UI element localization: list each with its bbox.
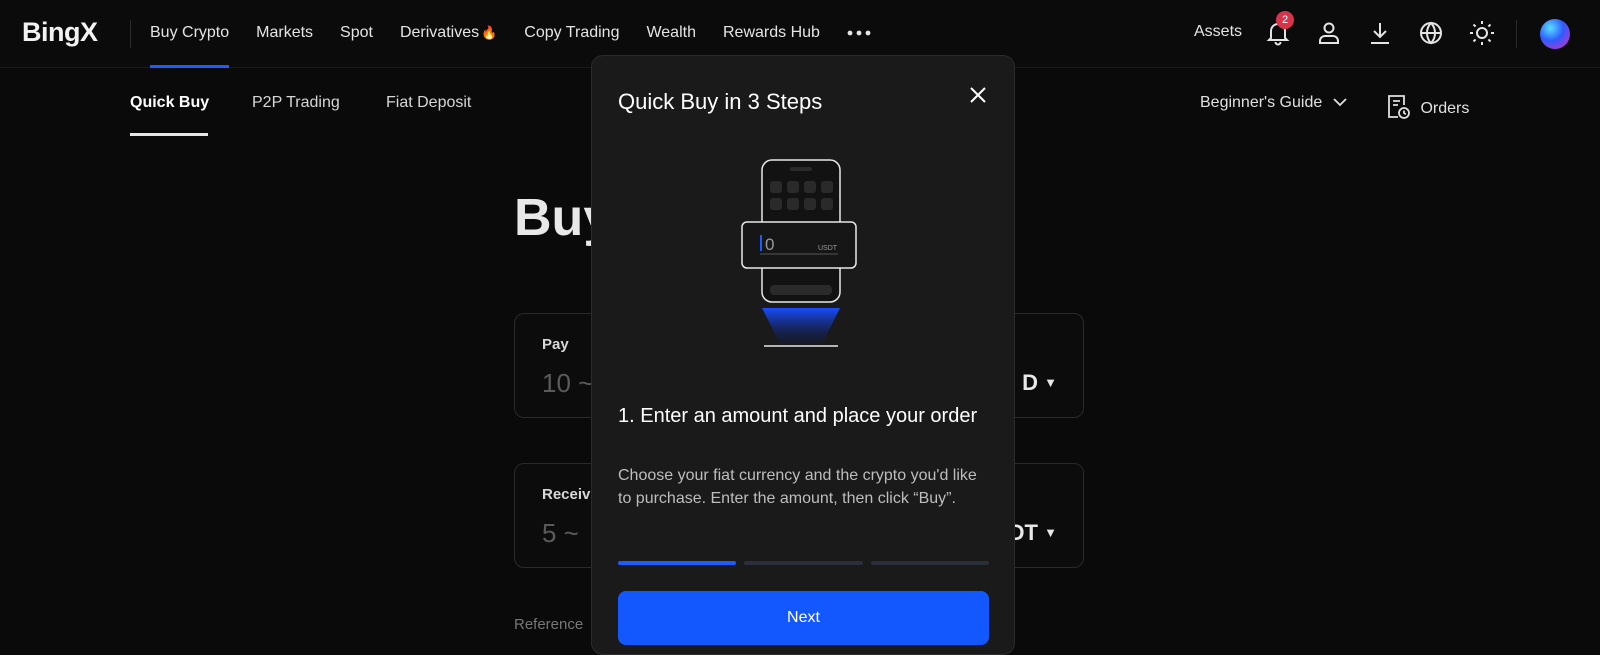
phone-illustration: 0 USDT (741, 159, 857, 347)
download-icon (1371, 23, 1389, 44)
beginners-guide-label: Beginner's Guide (1200, 94, 1323, 111)
tab-fiat-deposit[interactable]: Fiat Deposit (386, 94, 471, 112)
language-button[interactable] (1417, 19, 1445, 47)
download-button[interactable] (1366, 19, 1394, 47)
quick-buy-guide-modal: Quick Buy in 3 Steps 0 USDT 1. Enter an … (591, 55, 1015, 655)
pay-currency-label: D (1022, 370, 1038, 395)
bingx-logo[interactable]: BingX (22, 17, 98, 48)
globe-icon (1420, 21, 1442, 45)
tab-p2p-trading[interactable]: P2P Trading (252, 94, 340, 112)
caret-down-icon: ▼ (1044, 375, 1057, 390)
tab-quick-buy[interactable]: Quick Buy (130, 94, 209, 112)
orders-link[interactable]: Orders (1386, 94, 1469, 120)
nav-label: Derivatives (399, 24, 480, 41)
step-description: Choose your fiat currency and the crypto… (618, 467, 977, 507)
orders-icon (1388, 95, 1410, 119)
pay-amount-placeholder[interactable]: 10 ~ (542, 368, 593, 399)
close-button[interactable] (967, 84, 989, 106)
illustration-currency: USDT (818, 245, 838, 252)
nav-label: Buy Crypto (150, 24, 230, 41)
orders-label: Orders (1420, 100, 1470, 117)
notification-badge: 2 (1276, 11, 1294, 29)
nav-item-spot[interactable]: Spot (340, 0, 373, 68)
fire-icon: 🔥 (481, 25, 498, 40)
nav-label: Spot (340, 24, 373, 41)
modal-title: Quick Buy in 3 Steps (618, 89, 823, 114)
sun-icon (1470, 21, 1494, 45)
nav-label: Rewards Hub (722, 24, 820, 41)
receive-currency-select[interactable]: DT ▼ (1009, 520, 1057, 546)
progress-segment (618, 561, 737, 565)
header-divider (1516, 20, 1517, 48)
nav-label: Copy Trading (524, 24, 620, 41)
chevron-down-icon (1333, 98, 1347, 107)
close-icon (970, 87, 986, 103)
progress-segment (744, 561, 863, 565)
caret-down-icon: ▼ (1044, 525, 1057, 540)
avatar[interactable] (1540, 19, 1570, 49)
pay-currency-select[interactable]: D ▼ (1022, 370, 1057, 396)
step-progress (618, 561, 989, 565)
progress-segment (870, 561, 989, 565)
account-button[interactable] (1315, 19, 1343, 47)
nav-label: Markets (256, 24, 314, 41)
nav-label: Wealth (646, 24, 696, 41)
assets-link[interactable]: Assets (1194, 23, 1242, 41)
reference-price-text: Reference (514, 616, 584, 633)
receive-label: Receiv (542, 486, 591, 503)
nav-item-derivatives[interactable]: Derivatives 🔥 (400, 0, 497, 68)
beginners-guide-dropdown[interactable]: Beginner's Guide (1200, 94, 1347, 112)
nav-item-buy-crypto[interactable]: Buy Crypto (150, 0, 230, 68)
receive-amount-placeholder[interactable]: 5 ~ (542, 518, 579, 549)
logo-divider (130, 20, 131, 48)
pay-label: Pay (542, 336, 569, 353)
active-tab-indicator (130, 133, 208, 136)
next-button[interactable]: Next (618, 591, 989, 645)
step-title: 1. Enter an amount and place your order (618, 405, 978, 427)
theme-toggle-button[interactable] (1468, 19, 1496, 47)
illustration-amount: 0 (765, 235, 774, 254)
user-icon (1319, 22, 1339, 44)
nav-item-markets[interactable]: Markets (256, 0, 313, 68)
more-dots-icon (847, 30, 871, 36)
